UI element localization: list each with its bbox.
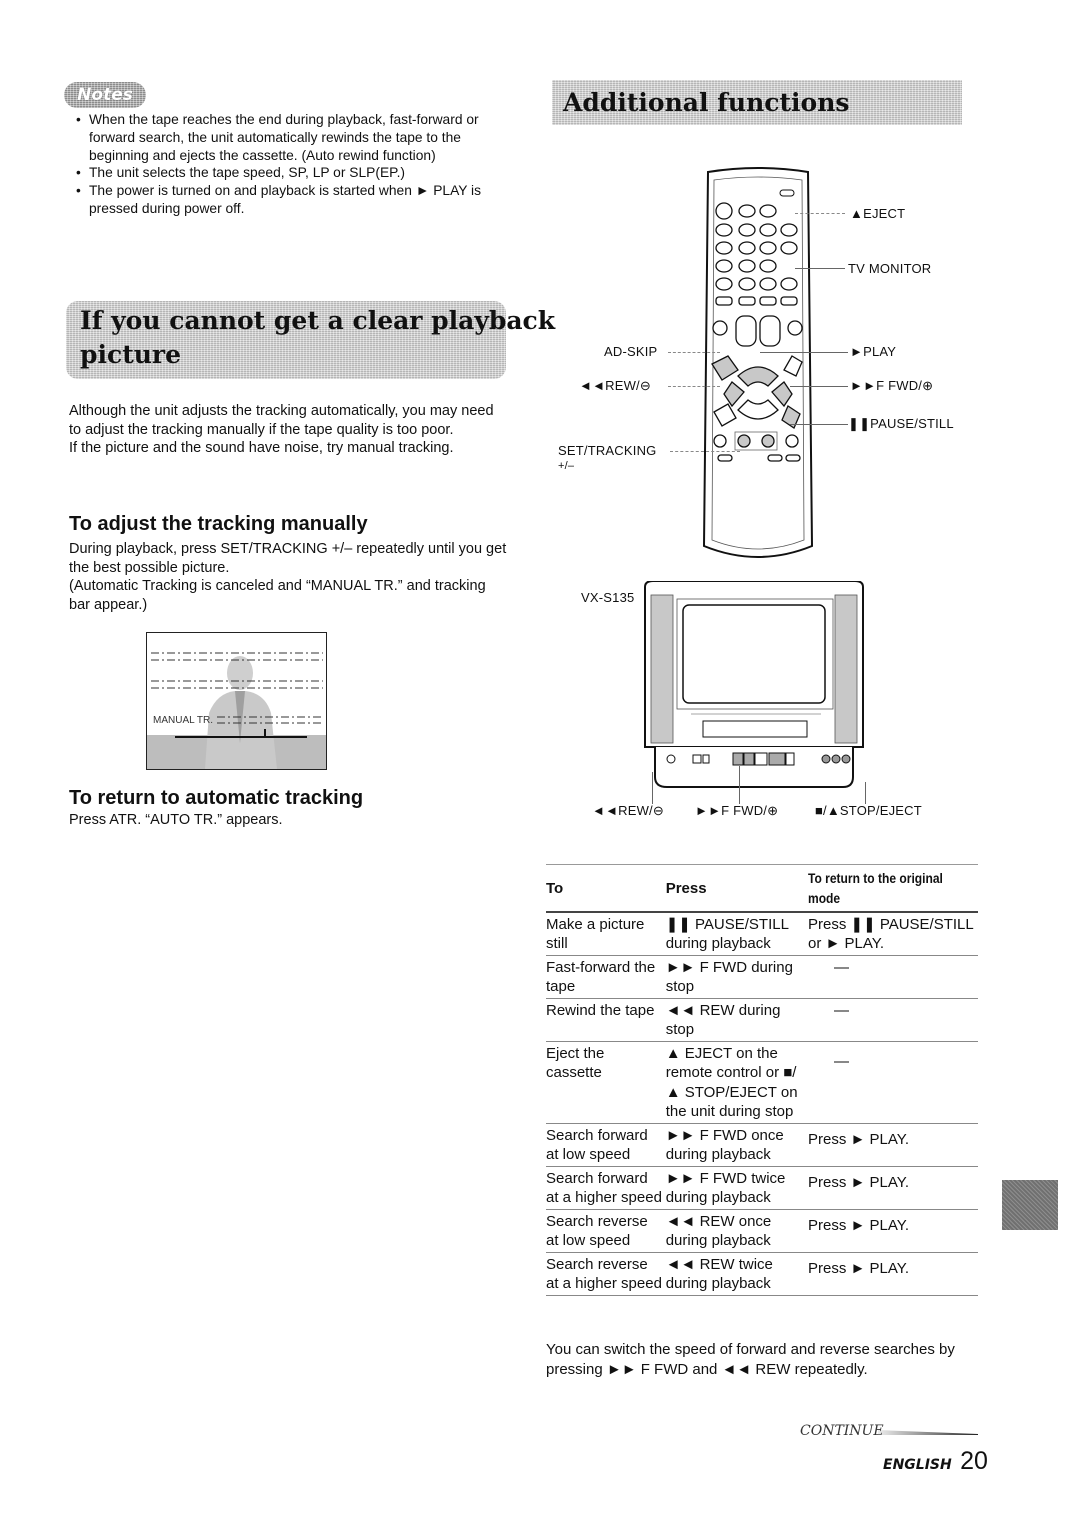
remote-control-drawing [702, 167, 814, 558]
unit-rew-label: ◄◄REW/⊖ [592, 803, 664, 818]
cell-to: Search reverse at a higher speed [546, 1252, 664, 1296]
pause-label: ❚❚PAUSE/STILL [848, 416, 954, 431]
rew-leader-line [668, 386, 720, 387]
cell-return: — [808, 1041, 978, 1124]
column-header-return: To return to the original mode [808, 864, 978, 913]
table-row: Rewind the tape ◄◄ REW during stop — [546, 998, 978, 1042]
cell-return: Press ► PLAY. [808, 1252, 978, 1296]
manual-tracking-heading: To adjust the tracking manually [69, 513, 368, 535]
table-row: Fast-forward the tape ►► F FWD during st… [546, 955, 978, 999]
table-row: Eject the cassette ▲ EJECT on the remote… [546, 1041, 978, 1124]
language-label: ENGLISH [883, 1457, 952, 1473]
cell-press: ◄◄ REW twice during playback [663, 1252, 808, 1296]
unit-rew-leader-line [652, 772, 654, 804]
cell-press: ❚❚ PAUSE/STILL during playback [663, 911, 808, 956]
table-row: Search reverse at low speed ◄◄ REW once … [546, 1209, 978, 1253]
ffwd-label: ►►F FWD/⊕ [850, 378, 934, 393]
manual-tracking-text: During playback, press SET/TRACKING +/– … [69, 541, 507, 613]
notes-list: When the tape reaches the end during pla… [76, 111, 506, 218]
table-row: Make a picture still ❚❚ PAUSE/STILL duri… [546, 911, 978, 956]
table-row: Search reverse at a higher speed ◄◄ REW … [546, 1252, 978, 1296]
cell-return: Press ❚❚ PAUSE/STILL or ► PLAY. [808, 911, 978, 956]
functions-table: To Press To return to the original mode … [546, 864, 978, 1296]
notes-badge: Notes [64, 82, 146, 108]
unit-model-label: VX-S135 [581, 590, 635, 605]
cell-press: ◄◄ REW once during playback [663, 1209, 808, 1253]
cell-press: ►► F FWD once during playback [663, 1123, 808, 1167]
unit-stop-eject-label: ■/▲STOP/EJECT [815, 803, 922, 818]
auto-tracking-heading: To return to automatic tracking [69, 787, 364, 809]
cell-to: Eject the cassette [546, 1041, 664, 1124]
clear-playback-heading: If you cannot get a clear playback pictu… [80, 306, 556, 369]
cell-return: Press ► PLAY. [808, 1209, 978, 1253]
ad-skip-leader-line [668, 352, 720, 353]
manual-tr-label: MANUAL TR. [153, 715, 213, 726]
unit-ffwd-label: ►►F FWD/⊕ [695, 803, 779, 818]
remote-control-illustration [702, 166, 814, 566]
table-row: Search forward at low speed ►► F FWD onc… [546, 1123, 978, 1167]
auto-tracking-text: Press ATR. “AUTO TR.” appears. [69, 812, 283, 828]
eject-leader-line [795, 213, 845, 214]
cell-press: ▲ EJECT on the remote control or ■/▲ STO… [663, 1041, 808, 1124]
cell-press: ►► F FWD during stop [663, 955, 808, 999]
cell-press: ►► F FWD twice during playback [663, 1166, 808, 1210]
note-item: The power is turned on and playback is s… [76, 182, 506, 218]
pause-leader-line [790, 424, 848, 425]
cell-return: — [808, 955, 978, 999]
eject-label: ▲EJECT [850, 206, 906, 221]
cell-return: Press ► PLAY. [808, 1123, 978, 1167]
table-footnote: You can switch the speed of forward and … [546, 1341, 955, 1378]
cell-to: Search forward at a higher speed [546, 1166, 664, 1210]
play-label: ►PLAY [850, 344, 897, 359]
tv-screen-image: MANUAL TR. [147, 652, 326, 769]
play-leader-line [760, 352, 848, 353]
cell-to: Search forward at low speed [546, 1123, 664, 1167]
rew-label: ◄◄REW/⊖ [579, 378, 651, 393]
column-header-press: Press [663, 864, 808, 913]
manual-tracking-screen-illustration: MANUAL TR. [146, 632, 327, 770]
continue-label: CONTINUE [800, 1423, 884, 1439]
page-number: 20 [960, 1447, 988, 1475]
cell-press: ◄◄ REW during stop [663, 998, 808, 1042]
set-tracking-label: SET/TRACKING [558, 443, 657, 458]
set-tracking-leader-line [670, 451, 740, 452]
unit-ffwd-leader-line [739, 766, 741, 804]
additional-functions-heading: Additional functions [563, 88, 850, 117]
ffwd-leader-line [790, 386, 848, 387]
note-item: The unit selects the tape speed, SP, LP … [76, 164, 506, 182]
tv-monitor-leader-line [795, 268, 845, 269]
cell-return: — [808, 998, 978, 1042]
page-footer: ENGLISH 20 [883, 1447, 988, 1476]
cell-return: Press ► PLAY. [808, 1166, 978, 1210]
section-thumb-tab [1002, 1180, 1058, 1230]
unit-stop-leader-line [865, 782, 867, 804]
tv-monitor-label: TV MONITOR [848, 261, 932, 276]
table-header-row: To Press To return to the original mode [546, 864, 978, 913]
tv-vcr-unit-illustration [641, 580, 867, 791]
cell-to: Rewind the tape [546, 998, 664, 1042]
set-tracking-sub-label: +/– [558, 460, 575, 472]
note-item: When the tape reaches the end during pla… [76, 111, 506, 164]
table-row: Search forward at a higher speed ►► F FW… [546, 1166, 978, 1210]
tv-vcr-drawing [644, 580, 864, 788]
cell-to: Fast-forward the tape [546, 955, 664, 999]
cell-to: Search reverse at low speed [546, 1209, 664, 1253]
continue-arrow-graphic [878, 1430, 978, 1435]
column-header-to: To [546, 864, 664, 913]
clear-playback-intro: Although the unit adjusts the tracking a… [69, 403, 494, 456]
cell-to: Make a picture still [546, 911, 664, 956]
ad-skip-label: AD-SKIP [604, 344, 658, 359]
